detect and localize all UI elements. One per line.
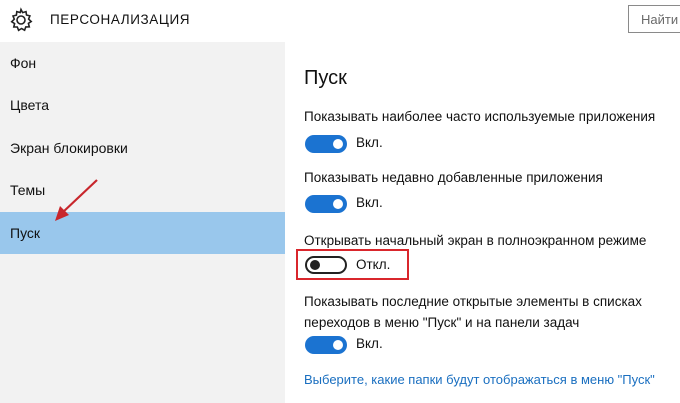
toggle-recently-added[interactable]	[305, 195, 347, 213]
main-panel: Пуск Показывать наиболее часто используе…	[285, 42, 680, 403]
app-title: ПЕРСОНАЛИЗАЦИЯ	[50, 12, 191, 27]
toggle-knob	[333, 139, 343, 149]
search-input[interactable]: Найти	[628, 5, 680, 33]
setting-label-recently-added: Показывать недавно добавленные приложени…	[304, 170, 603, 185]
setting-label-recent-items: Показывать последние открытые элементы в…	[304, 294, 642, 330]
toggle-knob	[310, 260, 320, 270]
sidebar: Фон Цвета Экран блокировки Темы Пуск	[0, 42, 285, 403]
sidebar-item-colors[interactable]: Цвета	[0, 84, 285, 126]
toggle-most-used[interactable]	[305, 135, 347, 153]
toggle-state-recently-added: Вкл.	[356, 195, 383, 210]
sidebar-item-themes[interactable]: Темы	[0, 169, 285, 211]
toggle-recent-items[interactable]	[305, 336, 347, 354]
sidebar-item-lock-screen[interactable]: Экран блокировки	[0, 127, 285, 169]
sidebar-item-background[interactable]: Фон	[0, 42, 285, 84]
toggle-knob	[333, 340, 343, 350]
setting-label-fullscreen-start: Открывать начальный экран в полноэкранно…	[304, 233, 647, 248]
gear-icon[interactable]	[8, 7, 34, 33]
toggle-state-most-used: Вкл.	[356, 135, 383, 150]
sidebar-item-start[interactable]: Пуск	[0, 212, 285, 254]
toggle-state-fullscreen-start: Откл.	[356, 257, 391, 272]
header: ПЕРСОНАЛИЗАЦИЯ Найти	[0, 0, 680, 42]
toggle-knob	[333, 199, 343, 209]
settings-window: ПЕРСОНАЛИЗАЦИЯ Найти Фон Цвета Экран бло…	[0, 0, 680, 403]
page-title: Пуск	[304, 67, 347, 89]
toggle-fullscreen-start[interactable]	[305, 256, 347, 274]
choose-folders-link[interactable]: Выберите, какие папки будут отображаться…	[304, 372, 655, 387]
setting-label-most-used: Показывать наиболее часто используемые п…	[304, 109, 656, 124]
toggle-state-recent-items: Вкл.	[356, 336, 383, 351]
